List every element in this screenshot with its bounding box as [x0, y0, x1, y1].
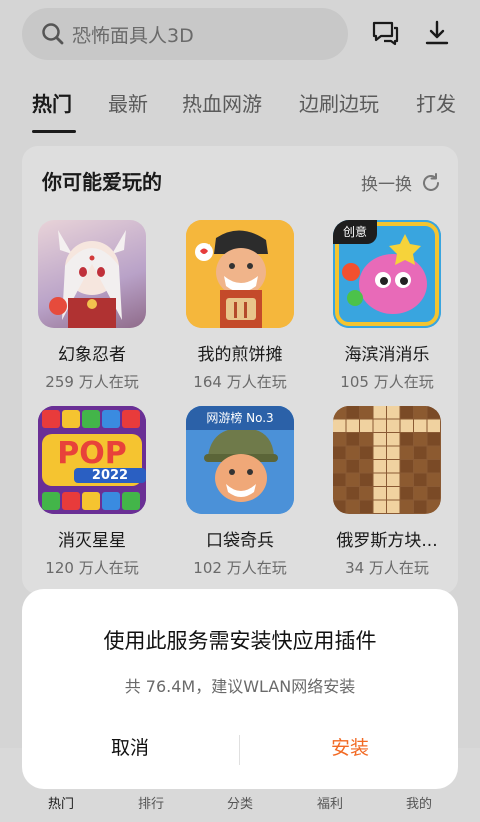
- game-players: 120 万人在玩: [45, 559, 139, 577]
- game-name: 幻象忍者: [58, 345, 126, 365]
- install-button[interactable]: 安装: [260, 733, 440, 760]
- game-banner: 网游榜 No.3: [186, 406, 294, 430]
- nav-hot[interactable]: 热门: [31, 793, 91, 812]
- recommend-card: 你可能爱玩的 换一换 幻象忍者 259 万人在玩 我的煎饼摊 164 万人在玩 …: [22, 146, 458, 594]
- refresh-button[interactable]: 换一换: [361, 170, 442, 195]
- category-tabs: 热门 最新 热血网游 边刷边玩 打发: [0, 88, 480, 132]
- nav-mine[interactable]: 我的: [389, 793, 449, 812]
- refresh-icon: [423, 172, 439, 191]
- game-item[interactable]: 网游榜 No.3 口袋奇兵 102 万人在玩: [170, 406, 310, 578]
- dialog-subtitle: 共 76.4M，建议WLAN网络安装: [124, 677, 356, 696]
- game-players: 102 万人在玩: [193, 559, 287, 577]
- download-icon[interactable]: [422, 18, 452, 48]
- game-item[interactable]: 幻象忍者 259 万人在玩: [22, 220, 162, 392]
- cancel-button[interactable]: 取消: [40, 733, 220, 760]
- search-placeholder: 恐怖面具人3D: [72, 24, 194, 47]
- game-icon: [186, 220, 294, 328]
- search-icon: [42, 23, 64, 45]
- tab-pastime[interactable]: 打发: [416, 88, 456, 117]
- game-art-text: POP: [57, 436, 127, 471]
- game-name: 口袋奇兵: [206, 531, 274, 551]
- game-item[interactable]: 俄罗斯方块... 34 万人在玩: [317, 406, 457, 578]
- nav-ranking[interactable]: 排行: [121, 793, 181, 812]
- game-name: 我的煎饼摊: [197, 345, 283, 365]
- tab-hot[interactable]: 热门: [32, 88, 72, 117]
- nav-category[interactable]: 分类: [210, 793, 270, 812]
- nav-welfare[interactable]: 福利: [300, 793, 360, 812]
- install-dialog: 使用此服务需安装快应用插件 共 76.4M，建议WLAN网络安装 取消 安装: [22, 589, 458, 789]
- refresh-label: 换一换: [361, 175, 412, 195]
- game-art-year: 2022: [74, 468, 146, 483]
- search-bar[interactable]: 恐怖面具人3D: [22, 8, 348, 60]
- game-item[interactable]: 我的煎饼摊 164 万人在玩: [170, 220, 310, 392]
- tab-online-games[interactable]: 热血网游: [182, 88, 262, 117]
- game-players: 164 万人在玩: [193, 373, 287, 391]
- game-icon: [38, 220, 146, 328]
- game-badge: 创意: [333, 220, 378, 244]
- game-item[interactable]: POP 2022 消灭星星 120 万人在玩: [22, 406, 162, 578]
- game-item[interactable]: 创意 海滨消消乐 105 万人在玩: [317, 220, 457, 392]
- tab-newest[interactable]: 最新: [108, 88, 148, 117]
- game-icon: 网游榜 No.3: [186, 406, 294, 514]
- dialog-divider: [239, 735, 240, 765]
- message-icon[interactable]: [370, 18, 400, 48]
- game-players: 34 万人在玩: [345, 559, 429, 577]
- active-tab-indicator: [32, 130, 76, 133]
- game-icon: [333, 406, 441, 514]
- game-players: 105 万人在玩: [340, 373, 434, 391]
- tab-casual[interactable]: 边刷边玩: [299, 88, 379, 117]
- recommend-title: 你可能爱玩的: [42, 170, 162, 194]
- game-icon: 创意: [333, 220, 441, 328]
- dialog-title: 使用此服务需安装快应用插件: [103, 629, 377, 653]
- game-players: 259 万人在玩: [45, 373, 139, 391]
- game-icon: POP 2022: [38, 406, 146, 514]
- game-name: 俄罗斯方块...: [336, 531, 438, 551]
- game-name: 消灭星星: [58, 531, 126, 551]
- game-name: 海滨消消乐: [344, 345, 430, 365]
